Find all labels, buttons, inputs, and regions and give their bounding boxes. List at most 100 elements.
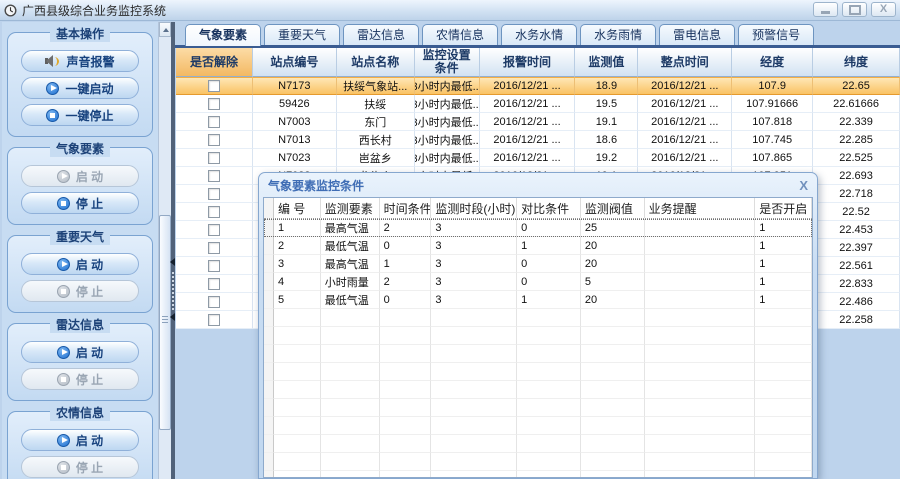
row-checkbox[interactable] (208, 206, 220, 218)
row-checkbox[interactable] (208, 242, 220, 254)
dialog-cell: 1 (517, 237, 581, 255)
checkbox-cell (176, 95, 253, 113)
dialog-close-icon[interactable]: X (799, 179, 808, 192)
row-checkbox[interactable] (208, 296, 220, 308)
dialog-cell (645, 219, 756, 237)
start-button[interactable]: 启 动 (21, 253, 139, 275)
scrollbar-up-icon[interactable] (159, 22, 171, 37)
stop-button[interactable]: 停 止 (21, 456, 139, 478)
row-checkbox[interactable] (208, 152, 220, 164)
start-button[interactable]: 启 动 (21, 165, 139, 187)
row-checkbox[interactable] (208, 224, 220, 236)
start-button[interactable]: 启 动 (21, 429, 139, 451)
dialog-column-header[interactable]: 监测时段(小时) (431, 198, 517, 218)
dialog-empty-cell (380, 327, 432, 345)
row-checkbox[interactable] (208, 170, 220, 182)
dialog-row[interactable]: 1最高气温230251 (264, 219, 812, 237)
row-checkbox[interactable] (208, 278, 220, 290)
column-header[interactable]: 监测值 (575, 48, 638, 77)
dialog-row[interactable]: 2最低气温031201 (264, 237, 812, 255)
row-checkbox[interactable] (208, 134, 220, 146)
dialog-cell: 0 (517, 273, 581, 291)
main-tab[interactable]: 水务水情 (501, 24, 577, 45)
dialog-empty-cell (321, 309, 380, 327)
main-tab[interactable]: 预警信号 (738, 24, 814, 45)
one-key-start-button[interactable]: 一键启动 (21, 77, 139, 99)
stop-button[interactable]: 停 止 (21, 192, 139, 214)
sound-alarm-button[interactable]: 声音报警 (21, 50, 139, 72)
table-row[interactable]: N7003东门3小时内最低...2016/12/21 ...19.12016/1… (176, 113, 900, 131)
dialog-empty-cell (274, 345, 321, 363)
dialog-empty-cell (321, 435, 380, 453)
dialog-column-header[interactable]: 时间条件 (380, 198, 432, 218)
dialog-empty-cell (755, 309, 812, 327)
row-checkbox[interactable] (208, 260, 220, 272)
dialog-row-header-stub (264, 381, 274, 399)
sound-waves-icon (53, 57, 59, 66)
table-row[interactable]: 59426扶绥3小时内最低...2016/12/21 ...19.52016/1… (176, 95, 900, 113)
table-cell: 18.6 (575, 131, 638, 149)
dialog-cell: 1 (755, 237, 812, 255)
restore-button[interactable] (842, 2, 867, 17)
row-checkbox[interactable] (208, 80, 220, 92)
sidebar-group: 重要天气启 动停 止 (7, 235, 153, 313)
column-header[interactable]: 整点时间 (638, 48, 732, 77)
checkbox-cell (176, 77, 253, 95)
dialog-cell: 小时雨量 (321, 273, 380, 291)
row-checkbox[interactable] (208, 116, 220, 128)
row-checkbox[interactable] (208, 188, 220, 200)
dialog-column-header[interactable]: 是否开启 (755, 198, 812, 218)
stop-button[interactable]: 停 止 (21, 280, 139, 302)
main-tab[interactable]: 水务雨情 (580, 24, 656, 45)
column-header[interactable]: 纬度 (813, 48, 900, 77)
stop-icon (57, 373, 70, 386)
one-key-stop-button[interactable]: 一键停止 (21, 104, 139, 126)
dialog-row[interactable]: 5最低气温031201 (264, 291, 812, 309)
main-tab[interactable]: 农情信息 (422, 24, 498, 45)
dialog-row-header-stub (264, 255, 274, 273)
stop-button[interactable]: 停 止 (21, 368, 139, 390)
main-tab[interactable]: 雷达信息 (343, 24, 419, 45)
sidebar-group-title: 气象要素 (50, 140, 110, 157)
table-row[interactable]: N7013西长村3小时内最低...2016/12/21 ...18.62016/… (176, 131, 900, 149)
table-cell: 107.818 (732, 113, 813, 131)
sidebar-group: 气象要素启 动停 止 (7, 147, 153, 225)
column-header[interactable]: 报警时间 (480, 48, 576, 77)
table-cell: 2016/12/21 ... (480, 113, 576, 131)
dialog-column-header[interactable]: 监测阀值 (581, 198, 645, 218)
column-header[interactable]: 是否解除 (176, 48, 253, 77)
dialog-row[interactable]: 3最高气温130201 (264, 255, 812, 273)
column-header[interactable]: 站点名称 (337, 48, 415, 77)
table-row[interactable]: N7023岜盆乡3小时内最低...2016/12/21 ...19.22016/… (176, 149, 900, 167)
scrollbar-thumb[interactable] (159, 215, 171, 430)
row-checkbox[interactable] (208, 98, 220, 110)
column-header[interactable]: 监控设置条件 (415, 48, 480, 77)
main-tab[interactable]: 气象要素 (185, 24, 261, 46)
splitter-grip (172, 272, 174, 310)
main-tab[interactable]: 雷电信息 (659, 24, 735, 45)
column-header[interactable]: 站点编号 (253, 48, 337, 77)
main-tab[interactable]: 重要天气 (264, 24, 340, 45)
row-checkbox[interactable] (208, 314, 220, 326)
dialog-cell: 20 (581, 255, 645, 273)
dialog-column-header[interactable]: 编 号 (274, 198, 321, 218)
dialog-column-header[interactable]: 监测要素 (321, 198, 380, 218)
dialog-column-header[interactable]: 业务提醒 (645, 198, 756, 218)
dialog-row[interactable]: 4小时雨量23051 (264, 273, 812, 291)
dialog-empty-cell (755, 417, 812, 435)
column-header[interactable]: 经度 (732, 48, 813, 77)
minimize-button[interactable] (813, 2, 838, 17)
dialog-empty-cell (517, 471, 581, 478)
table-cell: 22.486 (813, 293, 900, 311)
table-row[interactable]: N7173扶绥气象站...3小时内最低...2016/12/21 ...18.9… (176, 77, 900, 95)
sidebar-scrollbar[interactable] (158, 22, 171, 479)
dialog-empty-cell (380, 381, 432, 399)
stop-icon (57, 461, 70, 474)
start-button[interactable]: 启 动 (21, 341, 139, 363)
dialog-titlebar[interactable]: 气象要素监控条件 X (259, 173, 817, 197)
dialog-cell: 1 (274, 219, 321, 237)
dialog-column-header[interactable]: 对比条件 (517, 198, 581, 218)
close-button[interactable]: X (871, 2, 896, 17)
table-cell: 3小时内最低... (415, 113, 480, 131)
dialog-cell (645, 237, 756, 255)
